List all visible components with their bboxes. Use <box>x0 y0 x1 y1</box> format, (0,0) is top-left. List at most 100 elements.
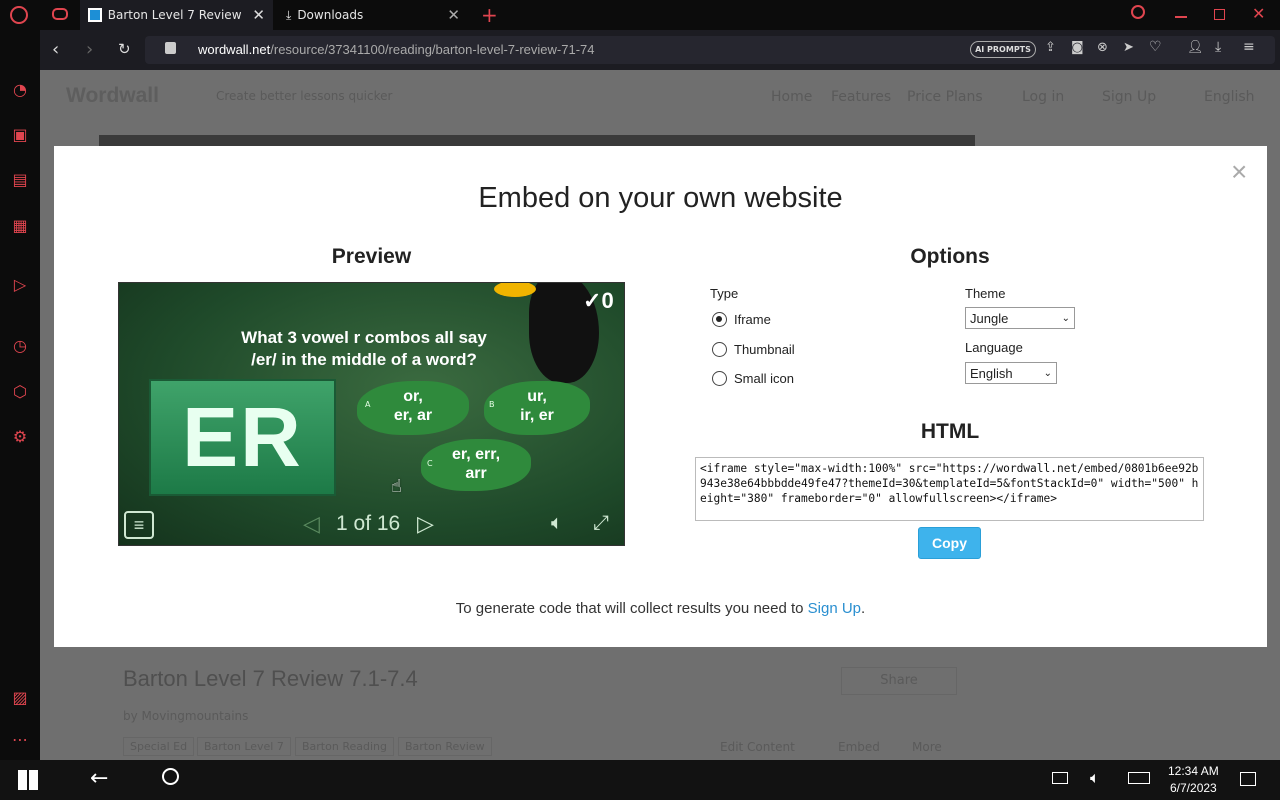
language-value: English <box>970 365 1013 381</box>
answer-leaf-c[interactable]: er, err, arr <box>421 439 531 491</box>
tagline: Create better lessons quicker <box>216 89 393 103</box>
windows-start-icon[interactable] <box>18 770 38 790</box>
volume-muted-icon[interactable]: 🔈︎ <box>1090 768 1100 788</box>
tag-special-ed[interactable]: Special Ed <box>123 737 195 756</box>
easy-setup-icon[interactable]: ≡ <box>1243 39 1255 55</box>
small-icon-label: Small icon <box>734 371 794 386</box>
letter-b: B <box>489 400 495 409</box>
tag-barton-review[interactable]: Barton Review <box>398 737 492 756</box>
player-icon[interactable]: ▷ <box>10 275 30 295</box>
share-button[interactable]: Share <box>841 667 957 695</box>
question-line-2: /er/ in the middle of a word? <box>251 350 477 369</box>
answer-leaf-b[interactable]: ur, ir, er <box>484 381 590 435</box>
type-option-thumbnail[interactable]: Thumbnail <box>711 341 831 359</box>
search-tabs-icon[interactable] <box>1131 5 1145 19</box>
search-icon[interactable] <box>162 768 179 785</box>
wordwall-logo: Wordwall <box>66 84 159 107</box>
html-heading: HTML <box>920 420 980 443</box>
radio-small-icon[interactable] <box>712 371 727 386</box>
footer-message: To generate code that will collect resul… <box>455 600 808 617</box>
language-select[interactable]: English ⌄ <box>965 362 1057 384</box>
er-card: ER <box>149 379 336 496</box>
notifications-icon[interactable] <box>1240 772 1256 786</box>
keyboard-icon[interactable] <box>1128 772 1150 784</box>
minimize-button[interactable] <box>1175 16 1187 18</box>
chevron-down-icon: ⌄ <box>1061 312 1070 324</box>
edit-content-link[interactable]: Edit Content <box>720 740 795 754</box>
history-icon[interactable]: ◷ <box>10 336 30 356</box>
radio-iframe[interactable] <box>712 312 727 327</box>
answer-leaf-a[interactable]: or, er, ar <box>357 381 469 435</box>
url-field[interactable]: wordwall.net/resource/37341100/reading/b… <box>145 36 1275 64</box>
heart-icon[interactable]: ♡ <box>1149 39 1162 55</box>
nav-login[interactable]: Log in <box>1022 89 1064 105</box>
gamepad-icon[interactable] <box>52 8 68 20</box>
menu-icon[interactable]: ≡ <box>124 511 154 539</box>
type-option-small-icon[interactable]: Small icon <box>711 370 831 388</box>
settings-gear-icon[interactable]: ⚙ <box>10 427 30 447</box>
score-counter: ✓0 <box>583 288 614 313</box>
type-option-iframe[interactable]: Iframe <box>711 311 831 329</box>
nav-signup[interactable]: Sign Up <box>1102 89 1156 105</box>
answer-a-line-2: er, ar <box>393 407 433 424</box>
url-text: wordwall.net/resource/37341100/reading/b… <box>198 42 595 57</box>
page-counter: 1 of 16 <box>336 512 401 535</box>
signup-link[interactable]: Sign Up <box>808 600 861 617</box>
close-window-button[interactable]: ✕ <box>1252 4 1265 23</box>
answer-b-line-1: ur, <box>527 388 547 405</box>
answer-c-line-1: er, err, <box>451 446 501 463</box>
embed-link[interactable]: Embed <box>838 740 880 754</box>
back-arrow-icon[interactable]: ← <box>90 766 108 791</box>
downloads-icon[interactable]: ⤓ <box>1215 39 1221 55</box>
more-icon[interactable]: ⋯ <box>10 730 30 750</box>
ai-prompts-button[interactable]: AI PROMPTS <box>970 41 1036 58</box>
share-icon[interactable]: ⇪ <box>1045 40 1056 55</box>
footer-text: To generate code that will collect resul… <box>54 600 1267 617</box>
cpu-icon[interactable]: ▦ <box>10 216 30 236</box>
opera-logo-icon[interactable] <box>10 6 28 24</box>
next-arrow-icon[interactable]: ▷ <box>417 511 434 537</box>
reload-icon[interactable]: ↻ <box>118 40 131 58</box>
copy-button[interactable]: Copy <box>918 527 981 559</box>
restore-button[interactable] <box>1214 9 1225 20</box>
network-icon[interactable] <box>1052 772 1068 784</box>
nav-language[interactable]: English <box>1204 89 1255 105</box>
close-tab-icon[interactable]: ✕ <box>447 6 460 24</box>
briefcase-icon[interactable]: ▣ <box>10 125 30 145</box>
fullscreen-icon[interactable]: ⤢ <box>593 512 609 535</box>
author: by Movingmountains <box>123 709 249 723</box>
prev-arrow-icon[interactable]: ◁ <box>303 511 320 537</box>
more-link[interactable]: More <box>912 740 942 754</box>
game-preview[interactable]: ✓0 What 3 vowel r combos all say /er/ in… <box>118 282 625 546</box>
tab-downloads[interactable]: ⤓ Downloads ✕ <box>278 0 468 30</box>
back-button[interactable]: ‹ <box>52 39 59 60</box>
footer-period: . <box>861 600 866 617</box>
embed-code-textarea[interactable]: <iframe style="max-width:100%" src="http… <box>695 457 1204 521</box>
extensions-icon[interactable]: ⬡ <box>10 382 30 402</box>
tag-barton-level[interactable]: Barton Level 7 <box>197 737 291 756</box>
twitch-icon[interactable]: ▤ <box>10 170 30 190</box>
preview-heading: Preview <box>331 245 412 268</box>
new-tab-button[interactable]: + <box>481 3 498 27</box>
profile-icon[interactable]: 👤︎ <box>1187 40 1204 55</box>
send-icon[interactable]: ➤ <box>1123 40 1134 55</box>
gallery-icon[interactable]: ▨ <box>10 688 30 708</box>
iframe-label: Iframe <box>734 312 771 327</box>
er-card-text: ER <box>182 390 303 484</box>
wordwall-favicon-icon <box>88 8 102 22</box>
nav-price-plans[interactable]: Price Plans <box>907 89 983 105</box>
speed-dial-icon[interactable]: ◔ <box>10 80 30 100</box>
sound-icon[interactable]: 🔈︎ <box>551 512 563 535</box>
theme-select[interactable]: Jungle ⌄ <box>965 307 1075 329</box>
url-domain: wordwall.net <box>198 42 271 57</box>
tab-barton-review[interactable]: Barton Level 7 Review 7.1-7 ✕ <box>80 0 273 30</box>
question-line-1: What 3 vowel r combos all say <box>241 328 487 347</box>
close-tab-icon[interactable]: ✕ <box>252 6 265 24</box>
adblock-icon[interactable]: ⊗ <box>1097 40 1108 55</box>
camera-icon[interactable]: ◙ <box>1071 40 1084 55</box>
nav-features[interactable]: Features <box>831 89 891 105</box>
radio-thumbnail[interactable] <box>712 342 727 357</box>
tag-barton-reading[interactable]: Barton Reading <box>295 737 394 756</box>
nav-home[interactable]: Home <box>771 89 812 105</box>
forward-button[interactable]: › <box>86 39 93 60</box>
